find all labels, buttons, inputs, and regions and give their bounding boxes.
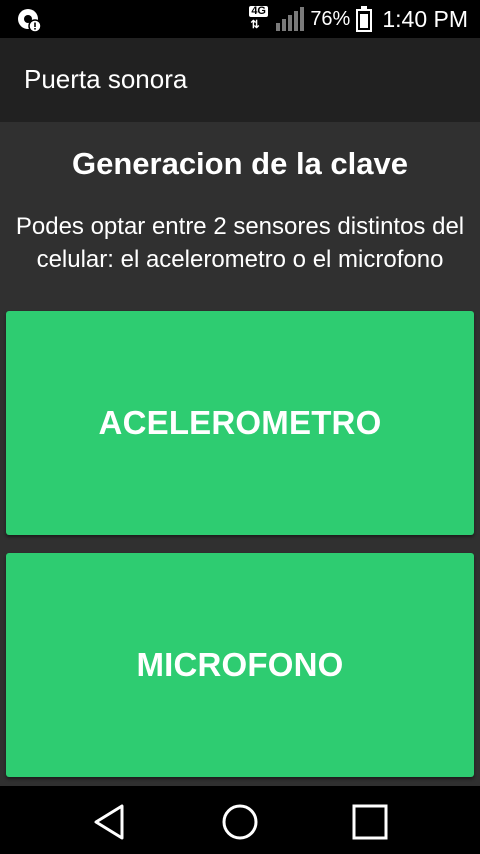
- network-4g-icon: 4G ⇅: [249, 5, 268, 31]
- home-icon[interactable]: [218, 800, 262, 844]
- microphone-button[interactable]: MICROFONO: [6, 553, 474, 777]
- status-bar: 4G ⇅ 76% 1:40 PM: [0, 0, 480, 38]
- signal-icon: [276, 7, 305, 31]
- back-icon[interactable]: [88, 800, 132, 844]
- accelerometer-button-label: ACELEROMETRO: [98, 404, 382, 441]
- app-title: Puerta sonora: [24, 64, 188, 94]
- microphone-button-label: MICROFONO: [136, 646, 344, 683]
- clock: 1:40 PM: [382, 5, 468, 32]
- navigation-bar: [0, 786, 480, 854]
- network-type-label: 4G: [249, 5, 268, 17]
- battery-icon: [356, 6, 373, 32]
- page-description: Podes optar entre 2 sensores distintos d…: [15, 213, 465, 273]
- status-icons: 4G ⇅ 76% 1:40 PM: [248, 0, 468, 38]
- notification-icon: [16, 7, 42, 33]
- page-heading: Generacion de la clave: [71, 146, 408, 181]
- app-toolbar: Puerta sonora: [0, 38, 480, 122]
- recents-icon[interactable]: [348, 800, 392, 844]
- main-content: Generacion de la clave Podes optar entre…: [0, 122, 480, 786]
- battery-percent: 76%: [310, 7, 351, 30]
- accelerometer-button[interactable]: ACELEROMETRO: [6, 311, 474, 535]
